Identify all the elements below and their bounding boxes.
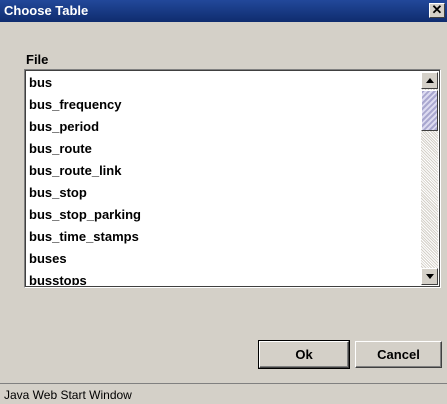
vertical-scrollbar[interactable] [421,72,438,285]
close-icon: ✕ [431,2,443,17]
list-item[interactable]: bus_stop [27,182,420,204]
cancel-button[interactable]: Cancel [355,341,442,368]
list-item[interactable]: bus_stop_parking [27,204,420,226]
window-title: Choose Table [4,3,89,18]
table-list[interactable]: bus bus_frequency bus_period bus_route b… [24,69,441,288]
list-item[interactable]: buses [27,248,420,270]
list-item[interactable]: bus [27,72,420,94]
scroll-up-button[interactable] [421,72,438,89]
table-list-items: bus bus_frequency bus_period bus_route b… [27,72,420,285]
list-item[interactable]: bus_route_link [27,160,420,182]
scroll-thumb[interactable] [421,90,438,131]
arrow-down-icon [426,274,434,279]
scroll-down-button[interactable] [421,268,438,285]
window-titlebar[interactable]: Choose Table ✕ [0,0,447,22]
status-bar: Java Web Start Window [0,383,447,404]
ok-button[interactable]: Ok [258,340,350,369]
list-item[interactable]: busstops [27,270,420,285]
list-item[interactable]: bus_period [27,116,420,138]
list-item[interactable]: bus_frequency [27,94,420,116]
file-label: File [26,52,49,67]
close-button[interactable]: ✕ [429,3,445,18]
list-item[interactable]: bus_time_stamps [27,226,420,248]
list-item[interactable]: bus_route [27,138,420,160]
arrow-up-icon [426,78,434,83]
